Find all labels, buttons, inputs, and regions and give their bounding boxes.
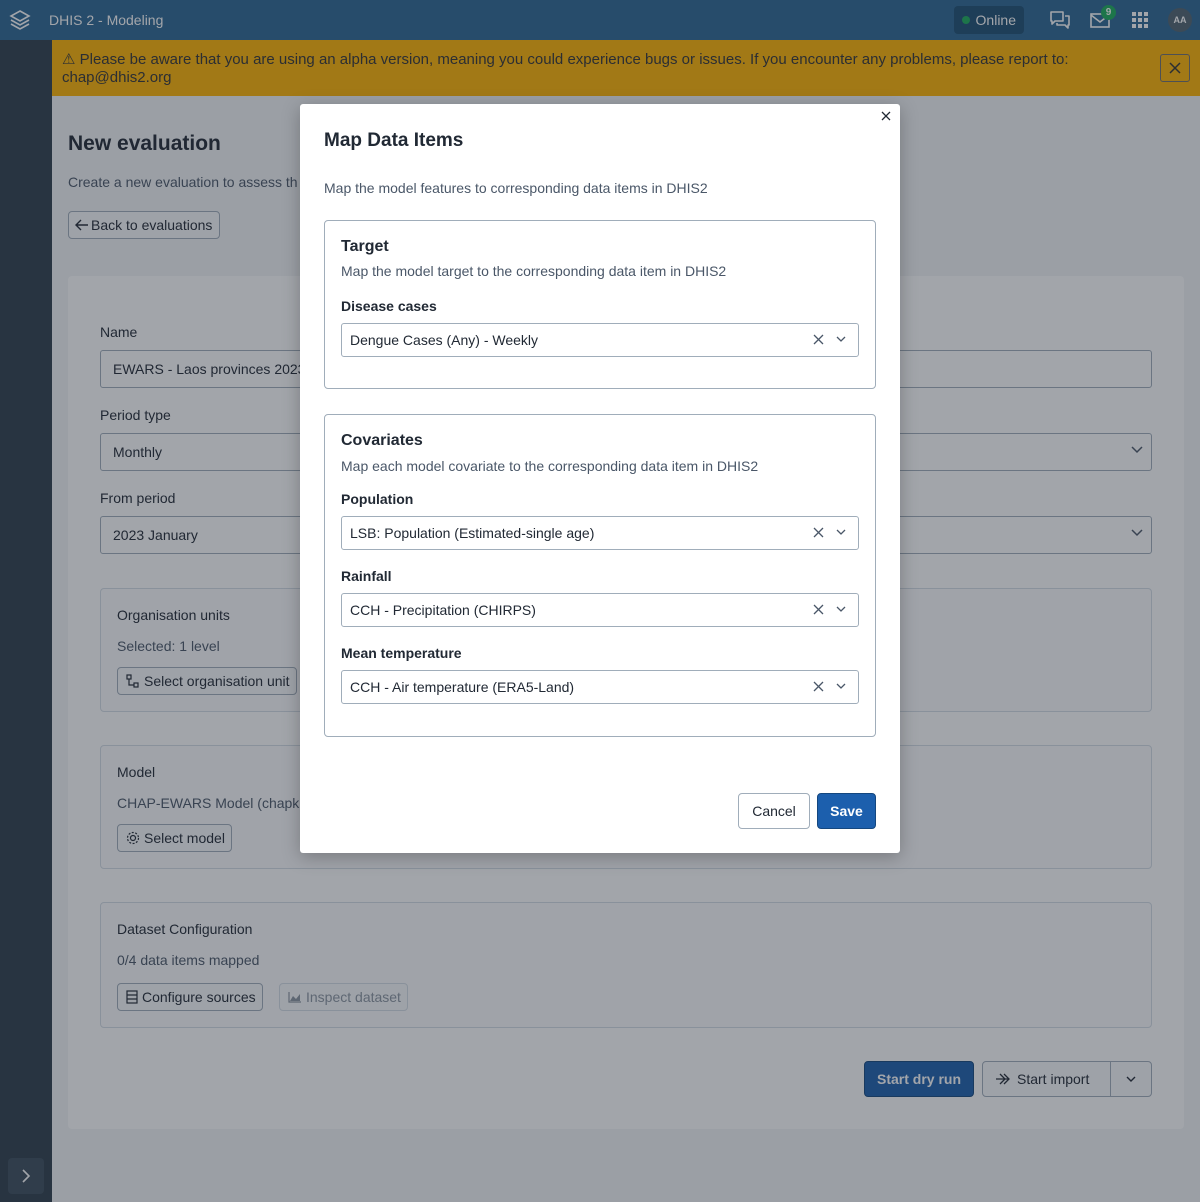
- clear-icon[interactable]: [813, 334, 824, 345]
- disease-cases-value: Dengue Cases (Any) - Weekly: [350, 332, 539, 348]
- chevron-down-icon: [836, 336, 846, 342]
- clear-icon[interactable]: [813, 604, 824, 615]
- disease-cases-label: Disease cases: [341, 298, 437, 314]
- target-group: Target Map the model target to the corre…: [324, 220, 876, 389]
- modal-description: Map the model features to corresponding …: [324, 180, 708, 196]
- target-subtitle: Map the model target to the correspondin…: [341, 263, 727, 279]
- rainfall-value: CCH - Precipitation (CHIRPS): [350, 602, 536, 618]
- mean-temperature-select[interactable]: CCH - Air temperature (ERA5-Land): [341, 670, 859, 704]
- target-title: Target: [341, 238, 389, 255]
- population-label: Population: [341, 491, 414, 507]
- clear-icon[interactable]: [813, 681, 824, 692]
- clear-icon[interactable]: [813, 527, 824, 538]
- covariates-group: Covariates Map each model covariate to t…: [324, 414, 876, 737]
- population-select[interactable]: LSB: Population (Estimated-single age): [341, 516, 859, 550]
- chevron-down-icon: [836, 606, 846, 612]
- save-button[interactable]: Save: [817, 793, 876, 829]
- map-data-items-modal: Map Data Items Map the model features to…: [300, 104, 900, 853]
- disease-cases-select[interactable]: Dengue Cases (Any) - Weekly: [341, 323, 859, 357]
- cancel-button[interactable]: Cancel: [738, 793, 810, 829]
- covariates-title: Covariates: [341, 432, 423, 449]
- chevron-down-icon: [836, 529, 846, 535]
- rainfall-select[interactable]: CCH - Precipitation (CHIRPS): [341, 593, 859, 627]
- chevron-down-icon: [836, 683, 846, 689]
- mean-temperature-value: CCH - Air temperature (ERA5-Land): [350, 679, 575, 695]
- close-icon: [881, 111, 891, 121]
- modal-close-button[interactable]: [878, 108, 894, 124]
- modal-title: Map Data Items: [324, 130, 464, 151]
- population-value: LSB: Population (Estimated-single age): [350, 525, 595, 541]
- mean-temperature-label: Mean temperature: [341, 645, 462, 661]
- rainfall-label: Rainfall: [341, 568, 392, 584]
- covariates-subtitle: Map each model covariate to the correspo…: [341, 458, 759, 474]
